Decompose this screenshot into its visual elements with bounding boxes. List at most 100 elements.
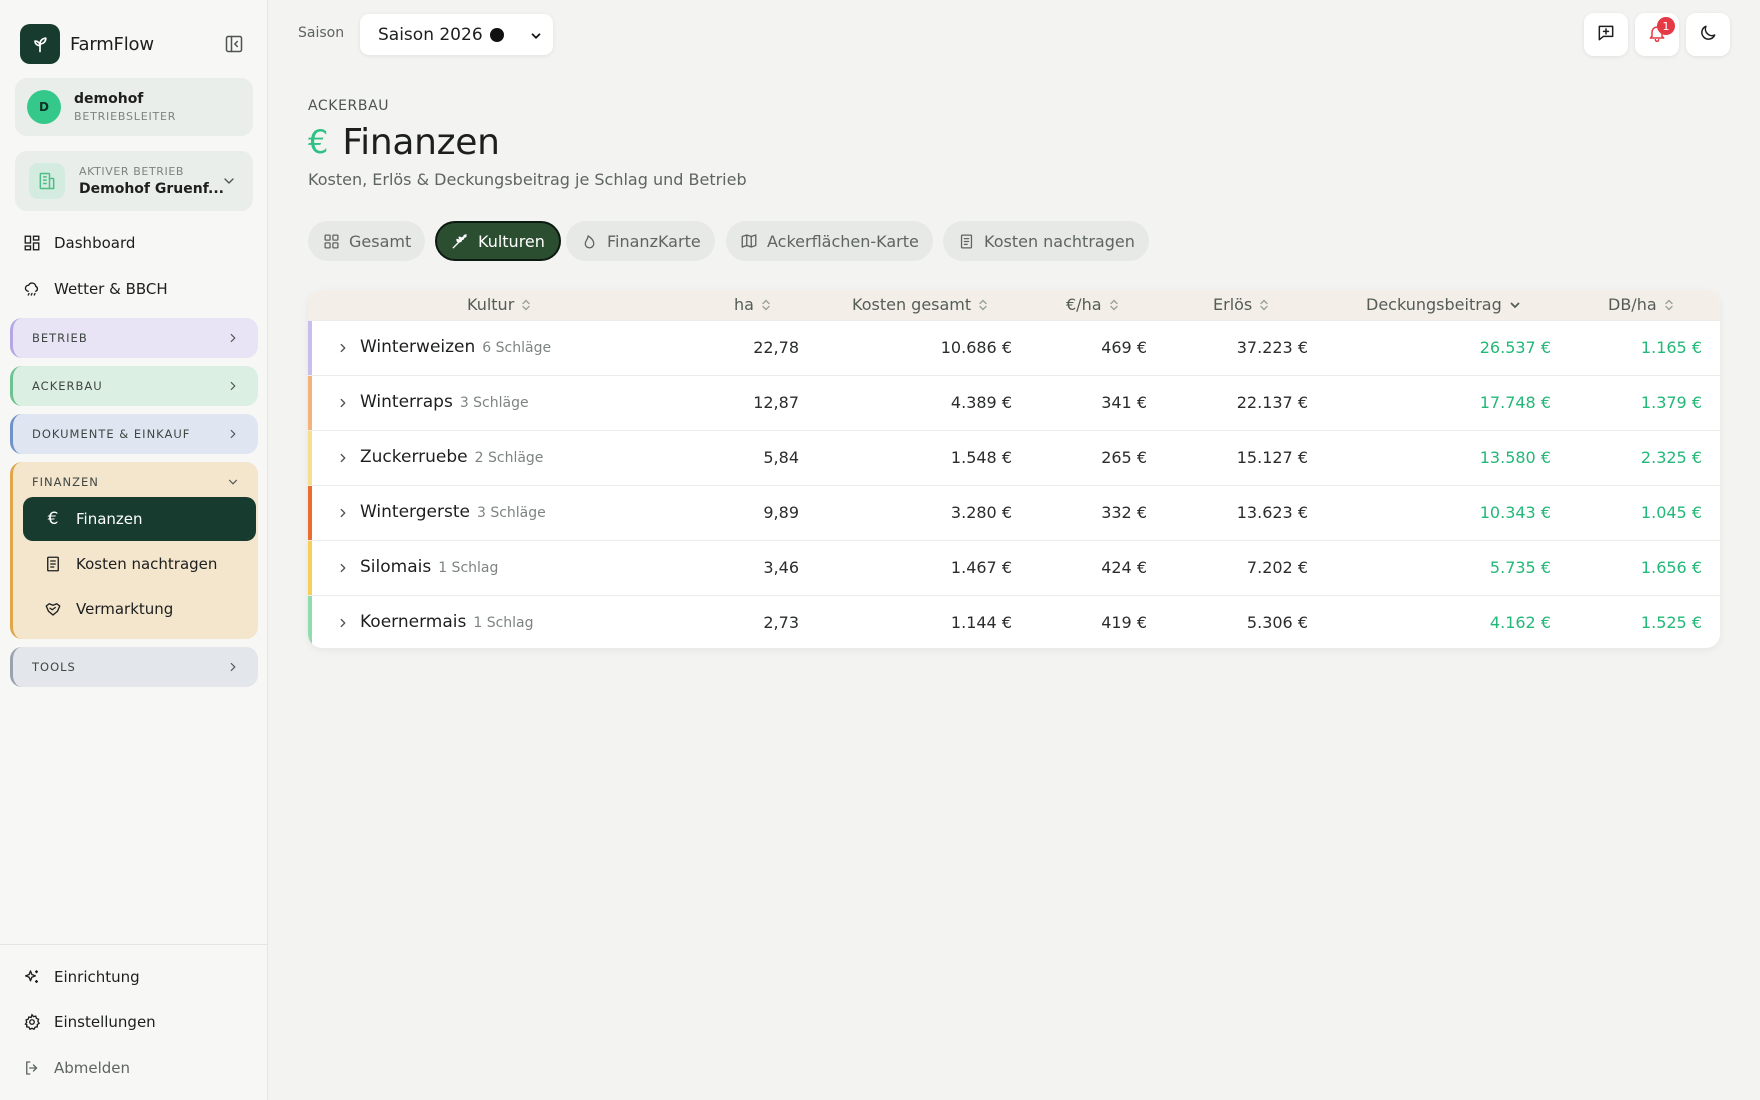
chevron-down-icon xyxy=(226,475,240,492)
column-label: ha xyxy=(734,295,754,314)
column-label: Erlös xyxy=(1213,295,1253,314)
notifications-button[interactable]: 1 xyxy=(1635,13,1679,56)
cell-erloes: 13.623 € xyxy=(1236,503,1308,522)
sort-icon xyxy=(978,299,988,311)
column-header-db-ha[interactable]: DB/ha xyxy=(1608,295,1674,314)
nav-dashboard[interactable]: Dashboard xyxy=(22,229,135,257)
notification-badge: 1 xyxy=(1657,17,1675,35)
nav-einstellungen[interactable]: Einstellungen xyxy=(22,1008,156,1036)
chevron-right-icon xyxy=(226,331,240,348)
user-card[interactable]: D demohof BETRIEBSLEITER xyxy=(15,78,253,136)
column-header-ha[interactable]: ha xyxy=(734,295,771,314)
collapse-sidebar-icon[interactable] xyxy=(224,34,244,54)
moon-icon xyxy=(1698,23,1718,47)
cell-deckungsbeitrag: 26.537 € xyxy=(1479,338,1551,357)
sprout-logo-icon xyxy=(20,24,60,64)
column-header-kultur[interactable]: Kultur xyxy=(467,295,531,314)
crop-name: Winterweizen xyxy=(360,337,476,357)
cell-ha: 22,78 xyxy=(753,338,799,357)
sort-icon xyxy=(1109,299,1119,311)
crops-table: Kultur ha Kosten gesamt €/ha Erlös Decku… xyxy=(308,290,1720,648)
sparkles-icon xyxy=(22,967,42,987)
brand[interactable]: FarmFlow xyxy=(20,24,248,64)
nav-group-betrieb[interactable]: BETRIEB xyxy=(10,318,258,358)
nav-abmelden[interactable]: Abmelden xyxy=(22,1054,130,1082)
tab-finanzkarte[interactable]: FinanzKarte xyxy=(566,221,715,261)
cell-kosten-gesamt: 3.280 € xyxy=(950,503,1012,522)
table-row[interactable]: Zuckerruebe 2 Schläge 5,84 1.548 € 265 € 15.1… xyxy=(308,430,1720,486)
table-row[interactable]: Koernermais 1 Schlag 2,73 1.144 € 419 € 5.306… xyxy=(308,595,1720,648)
sort-icon xyxy=(761,299,771,311)
cell-eur-ha: 265 € xyxy=(1101,448,1147,467)
theme-toggle-button[interactable] xyxy=(1686,13,1730,56)
sidebar-item-vermarktung[interactable]: Vermarktung xyxy=(23,587,256,631)
sidebar-item-kosten-nachtragen[interactable]: Kosten nachtragen xyxy=(23,542,256,586)
map-icon xyxy=(740,232,758,250)
column-label: Deckungsbeitrag xyxy=(1366,295,1502,314)
column-header-erloes[interactable]: Erlös xyxy=(1213,295,1269,314)
cell-ha: 2,73 xyxy=(763,613,799,632)
chevron-right-icon[interactable] xyxy=(336,340,350,359)
season-select[interactable]: Saison 2026 xyxy=(360,14,553,55)
chevron-right-icon[interactable] xyxy=(336,615,350,634)
tab-gesamt[interactable]: Gesamt xyxy=(308,221,426,261)
chevron-right-icon[interactable] xyxy=(336,505,350,524)
table-row[interactable]: Winterweizen 6 Schläge 22,78 10.686 € 469 € 3… xyxy=(308,320,1720,376)
tab-kosten-nachtragen[interactable]: Kosten nachtragen xyxy=(943,221,1149,261)
cell-db-ha: 1.165 € xyxy=(1640,338,1702,357)
page-title: € Finanzen xyxy=(308,118,500,166)
cell-deckungsbeitrag: 17.748 € xyxy=(1479,393,1551,412)
nav-einstellungen-label: Einstellungen xyxy=(54,1013,156,1031)
chevron-right-icon[interactable] xyxy=(336,560,350,579)
season-value: Saison 2026 xyxy=(378,24,483,45)
table-row[interactable]: Silomais 1 Schlag 3,46 1.467 € 424 € 7.202 € 5… xyxy=(308,540,1720,596)
tab-label: Gesamt xyxy=(349,231,412,251)
crop-name: Silomais xyxy=(360,557,432,577)
column-header-eur-ha[interactable]: €/ha xyxy=(1066,295,1119,314)
chevron-right-icon[interactable] xyxy=(336,395,350,414)
crop-color-stripe xyxy=(308,596,312,648)
crop-cell: Silomais 1 Schlag xyxy=(360,557,498,577)
feedback-button[interactable] xyxy=(1584,13,1628,56)
cell-eur-ha: 469 € xyxy=(1101,338,1147,357)
sidebar-divider xyxy=(0,944,268,945)
cell-kosten-gesamt: 1.144 € xyxy=(950,613,1012,632)
column-header-kosten-gesamt[interactable]: Kosten gesamt xyxy=(852,295,988,314)
table-row[interactable]: Winterraps 3 Schläge 12,87 4.389 € 341 € 22.1… xyxy=(308,375,1720,431)
farm-switcher[interactable]: AKTIVER BETRIEB Demohof Gruenf... xyxy=(15,151,253,211)
nav-weather-label: Wetter & BBCH xyxy=(54,280,168,298)
nav-group-tools[interactable]: TOOLS xyxy=(10,647,258,687)
message-plus-icon xyxy=(1596,23,1616,47)
chevron-right-icon[interactable] xyxy=(336,450,350,469)
crop-color-stripe xyxy=(308,486,312,541)
tab-label: Kosten nachtragen xyxy=(984,231,1135,251)
layout-grid-icon xyxy=(322,232,340,250)
wheat-icon xyxy=(451,232,469,250)
user-name: demohof xyxy=(74,91,144,107)
chevron-down-icon xyxy=(221,173,237,193)
sidebar-item-label: Vermarktung xyxy=(76,600,174,618)
crop-name: Winterraps xyxy=(360,392,453,412)
group-dokumente-label: DOKUMENTE & EINKAUF xyxy=(32,427,191,441)
nav-weather[interactable]: Wetter & BBCH xyxy=(22,275,168,303)
column-header-deckungsbeitrag[interactable]: Deckungsbeitrag xyxy=(1366,295,1521,314)
nav-dashboard-label: Dashboard xyxy=(54,234,136,252)
table-row[interactable]: Wintergerste 3 Schläge 9,89 3.280 € 332 € 13.… xyxy=(308,485,1720,541)
cell-db-ha: 2.325 € xyxy=(1640,448,1702,467)
sort-icon xyxy=(1664,299,1674,311)
cell-kosten-gesamt: 10.686 € xyxy=(940,338,1012,357)
nav-group-ackerbau[interactable]: ACKERBAU xyxy=(10,366,258,406)
crop-name: Koernermais xyxy=(360,612,467,632)
season-label: Saison xyxy=(298,25,345,41)
group-finanzen-header[interactable]: FINANZEN xyxy=(13,462,258,502)
sidebar: FarmFlow D demohof BETRIEBSLEITER AKTIVE… xyxy=(0,0,268,1100)
nav-group-dokumente[interactable]: DOKUMENTE & EINKAUF xyxy=(10,414,258,454)
user-role: BETRIEBSLEITER xyxy=(74,110,177,123)
tab-kulturen[interactable]: Kulturen xyxy=(435,221,561,261)
sidebar-item-finanzen[interactable]: € Finanzen xyxy=(23,497,256,541)
sort-icon xyxy=(1259,299,1269,311)
tab-ackerflaechen-karte[interactable]: Ackerflächen-Karte xyxy=(726,221,933,261)
avatar: D xyxy=(27,90,61,124)
nav-einrichtung[interactable]: Einrichtung xyxy=(22,963,140,991)
crop-color-stripe xyxy=(308,376,312,431)
